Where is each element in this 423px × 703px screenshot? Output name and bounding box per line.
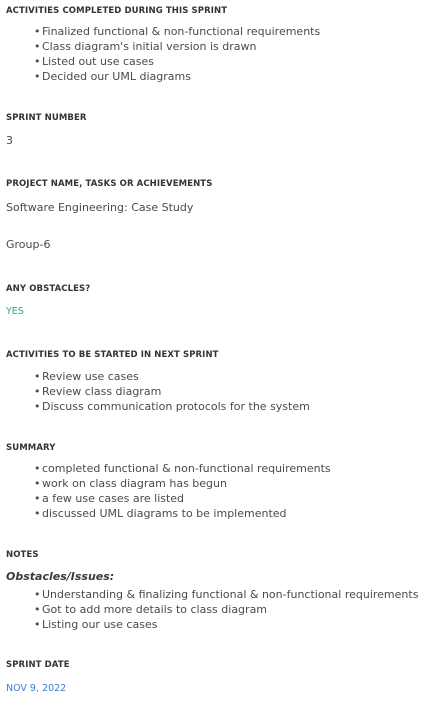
notes-heading: Obstacles/Issues: (6, 570, 115, 583)
project-label: PROJECT NAME, TASKS OR ACHIEVEMENTS (6, 179, 213, 189)
sprint-number-label: SPRINT NUMBER (6, 113, 87, 123)
list-item: Understanding & finalizing functional & … (34, 587, 418, 602)
project-group: Group-6 (6, 238, 51, 251)
list-item: Decided our UML diagrams (34, 69, 320, 84)
notes-label: NOTES (6, 550, 39, 560)
sprint-report: ACTIVITIES COMPLETED DURING THIS SPRINT … (0, 0, 423, 703)
list-item: Got to add more details to class diagram (34, 602, 418, 617)
list-item: a few use cases are listed (34, 491, 331, 506)
list-item: Review class diagram (34, 384, 310, 399)
sprint-date-label: SPRINT DATE (6, 660, 70, 670)
project-name: Software Engineering: Case Study (6, 201, 194, 214)
list-item: discussed UML diagrams to be implemented (34, 506, 331, 521)
list-item: Listed out use cases (34, 54, 320, 69)
activities-completed-list: Finalized functional & non-functional re… (34, 24, 320, 84)
obstacles-status-badge: YES (6, 306, 24, 317)
list-item: Review use cases (34, 369, 310, 384)
list-item: work on class diagram has begun (34, 476, 331, 491)
list-item: Finalized functional & non-functional re… (34, 24, 320, 39)
obstacles-label: ANY OBSTACLES? (6, 284, 91, 294)
activities-completed-label: ACTIVITIES COMPLETED DURING THIS SPRINT (6, 6, 228, 16)
list-item: Listing our use cases (34, 617, 418, 632)
summary-label: SUMMARY (6, 443, 56, 453)
list-item: Class diagram's initial version is drawn (34, 39, 320, 54)
next-sprint-label: ACTIVITIES TO BE STARTED IN NEXT SPRINT (6, 350, 219, 360)
summary-list: completed functional & non-functional re… (34, 461, 331, 521)
sprint-number-value: 3 (6, 134, 13, 147)
list-item: Discuss communication protocols for the … (34, 399, 310, 414)
list-item: completed functional & non-functional re… (34, 461, 331, 476)
sprint-date-value: NOV 9, 2022 (6, 683, 67, 694)
notes-list: Understanding & finalizing functional & … (34, 587, 418, 632)
next-sprint-list: Review use cases Review class diagram Di… (34, 369, 310, 414)
